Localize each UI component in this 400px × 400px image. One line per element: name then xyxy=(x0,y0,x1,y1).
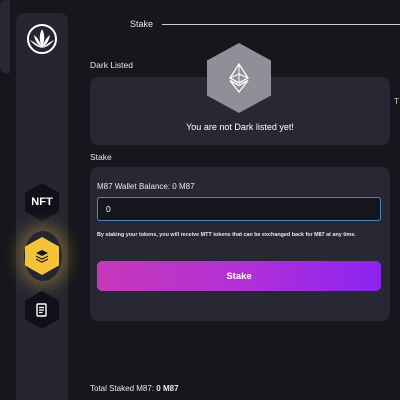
stake-button[interactable]: Stake xyxy=(97,261,381,291)
total-staked-label: Total Staked M87: xyxy=(90,384,155,393)
nav-nft-button[interactable]: NFT xyxy=(25,183,59,221)
stake-button-label: Stake xyxy=(226,270,252,282)
total-staked: Total Staked M87: 0 M87 xyxy=(90,384,179,393)
leaf-logo-icon[interactable] xyxy=(27,24,57,54)
sidebar: NFT xyxy=(16,13,68,400)
layers-stack-icon xyxy=(36,250,48,263)
total-staked-value: 0 M87 xyxy=(156,384,179,393)
right-panel-label: T xyxy=(394,96,400,106)
page-title: Stake xyxy=(130,19,154,29)
stake-amount-input[interactable] xyxy=(97,197,381,221)
ethereum-diamond-icon xyxy=(229,63,249,93)
nft-nav-label: NFT xyxy=(31,196,53,208)
stake-section-label: Stake xyxy=(90,152,112,162)
title-divider xyxy=(162,24,400,25)
document-list-icon xyxy=(36,303,47,317)
stake-info-text: By staking your tokens, you will receive… xyxy=(97,232,356,238)
dark-listed-section-label: Dark Listed xyxy=(90,60,133,70)
dark-listed-message: You are not Dark listed yet! xyxy=(186,122,294,132)
wallet-balance: M87 Wallet Balance: 0 M87 xyxy=(97,182,195,191)
right-panel-card xyxy=(0,0,10,73)
nav-docs-button[interactable] xyxy=(25,291,59,329)
